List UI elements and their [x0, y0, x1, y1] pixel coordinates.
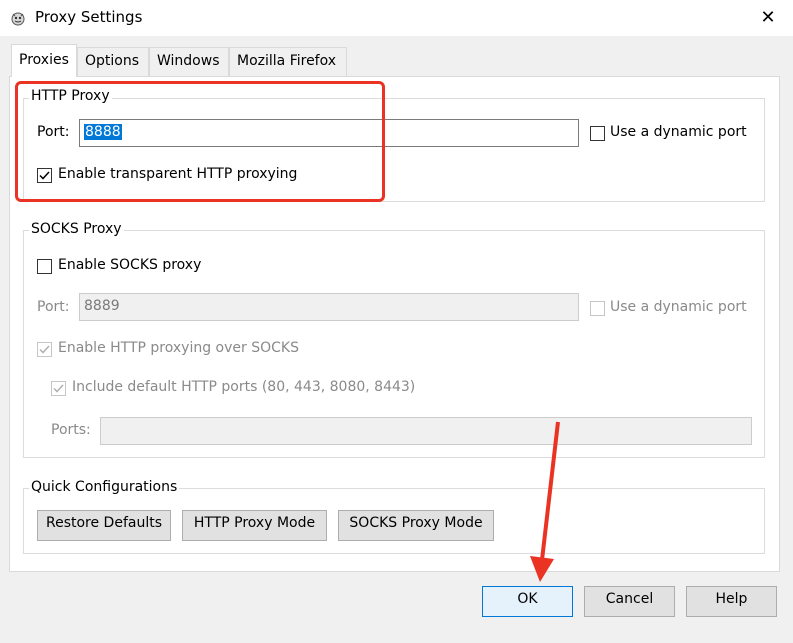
http-dynamic-port-checkbox[interactable]	[590, 126, 605, 141]
window-title: Proxy Settings	[35, 8, 143, 26]
checkmark-icon	[53, 384, 64, 393]
ports-label: Ports:	[51, 422, 91, 438]
red-arrow-icon	[530, 421, 560, 582]
http-dynamic-port-label: Use a dynamic port	[610, 124, 747, 140]
help-label: Help	[715, 591, 748, 607]
help-button[interactable]: Help	[686, 586, 777, 617]
socks-port-value: 8889	[84, 298, 120, 314]
enable-socks-checkbox[interactable]	[37, 259, 52, 274]
restore-defaults-label: Restore Defaults	[45, 515, 163, 531]
socks-dynamic-port-checkbox[interactable]	[590, 301, 605, 316]
ok-label: OK	[517, 591, 538, 607]
tab-mozilla-firefox[interactable]: Mozilla Firefox	[229, 47, 347, 76]
socks-proxy-title: SOCKS Proxy	[29, 221, 124, 237]
fiddler-icon	[10, 10, 26, 26]
http-over-socks-checkbox[interactable]	[37, 342, 52, 357]
socks-proxy-mode-button[interactable]: SOCKS Proxy Mode	[338, 510, 494, 541]
title-bar[interactable]: Proxy Settings ✕	[0, 0, 793, 36]
http-proxy-mode-label: HTTP Proxy Mode	[193, 515, 316, 531]
socks-proxy-mode-label: SOCKS Proxy Mode	[349, 515, 483, 531]
ports-input[interactable]	[100, 417, 752, 445]
tab-windows[interactable]: Windows	[149, 47, 229, 76]
tab-options[interactable]: Options	[77, 47, 149, 76]
http-over-socks-label: Enable HTTP proxying over SOCKS	[58, 340, 299, 356]
socks-port-input[interactable]: 8889	[79, 293, 579, 321]
include-default-ports-checkbox[interactable]	[51, 381, 66, 396]
include-default-ports-label: Include default HTTP ports (80, 443, 808…	[72, 379, 416, 395]
cancel-button[interactable]: Cancel	[584, 586, 675, 617]
quick-config-title: Quick Configurations	[29, 479, 180, 495]
socks-port-label: Port:	[37, 299, 70, 315]
red-highlight-box	[15, 81, 385, 202]
enable-socks-label: Enable SOCKS proxy	[58, 257, 202, 273]
checkmark-icon	[39, 345, 50, 354]
ok-button[interactable]: OK	[482, 586, 573, 617]
close-button[interactable]: ✕	[756, 6, 780, 30]
restore-defaults-button[interactable]: Restore Defaults	[37, 510, 171, 541]
cancel-label: Cancel	[605, 591, 654, 607]
socks-dynamic-port-label: Use a dynamic port	[610, 299, 747, 315]
http-proxy-mode-button[interactable]: HTTP Proxy Mode	[182, 510, 327, 541]
tab-proxies[interactable]: Proxies	[11, 44, 77, 77]
